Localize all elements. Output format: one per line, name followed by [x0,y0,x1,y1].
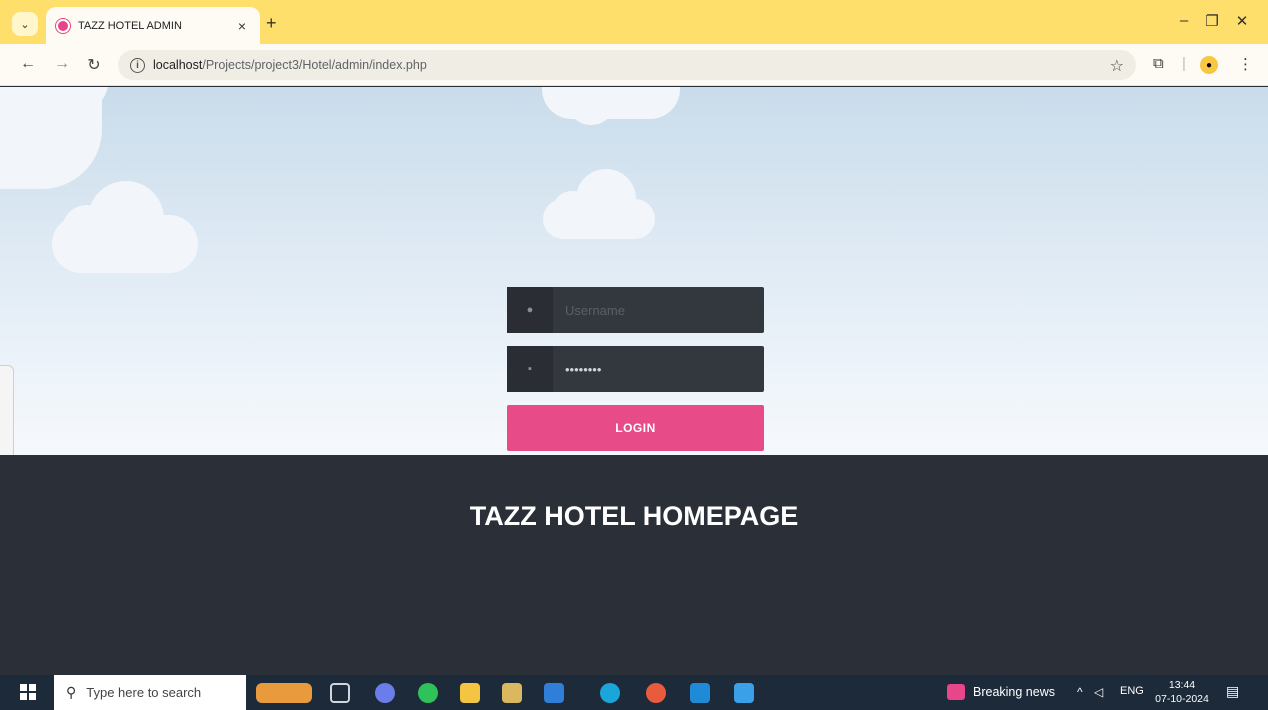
edge-browser-icon[interactable] [600,683,620,703]
url-path: /Projects/project3/Hotel/admin/index.php [202,58,427,72]
password-field-group: ▪ [507,346,764,392]
search-icon: ⚲ [66,684,77,700]
mail-icon[interactable] [544,683,564,703]
tab-close-button[interactable]: × [234,18,250,34]
page-content: ● ▪ LOGIN TAZZ HOTEL HOMEPAGE [0,87,1268,675]
language-indicator[interactable]: ENG [1120,685,1144,697]
cloud-decoration [552,191,592,231]
extensions-icon[interactable]: ⧉ [1153,55,1164,72]
reload-button[interactable]: ↻ [84,55,104,75]
browser-tab-bar: ⌄ TAZZ HOTEL ADMIN × + – ❐ ✕ [0,0,1268,44]
volume-icon[interactable]: ◁ [1094,685,1103,699]
browser-tab[interactable]: TAZZ HOTEL ADMIN × [46,7,260,44]
copilot-icon[interactable] [375,683,395,703]
taskbar: ⚲ Type here to search Breaking news ^ ◁ … [0,675,1268,710]
tab-title: TAZZ HOTEL ADMIN [78,19,182,32]
username-input[interactable] [553,287,764,333]
taskbar-search-box[interactable]: ⚲ Type here to search [54,675,246,710]
microsoft-store-icon[interactable] [502,683,522,703]
start-button[interactable] [20,684,36,700]
username-field-group: ● [507,287,764,333]
search-highlight-icon[interactable] [256,683,312,703]
clock-date: 07-10-2024 [1155,693,1209,705]
clock-time: 13:44 [1168,679,1196,691]
photos-icon[interactable] [734,683,754,703]
chrome-icon[interactable] [646,683,666,703]
cloud-decoration [566,97,616,125]
notification-icon[interactable]: ▤ [1226,683,1244,701]
whatsapp-icon[interactable] [418,683,438,703]
browser-toolbar: ← → ↻ i localhost/Projects/project3/Hote… [0,44,1268,86]
task-view-icon[interactable] [330,683,350,703]
login-button[interactable]: LOGIN [507,405,764,451]
site-info-icon[interactable]: i [130,57,145,73]
footer: TAZZ HOTEL HOMEPAGE [0,455,1268,675]
back-button[interactable]: ← [18,55,38,73]
new-tab-button[interactable]: + [266,13,277,34]
window-close-button[interactable]: ✕ [1232,12,1252,30]
password-input[interactable] [553,346,764,392]
tab-search-menu-button[interactable]: ⌄ [12,12,38,36]
show-hidden-icons-button[interactable]: ^ [1077,685,1083,699]
address-bar[interactable]: i localhost/Projects/project3/Hotel/admi… [118,50,1136,80]
vscode-icon[interactable] [690,683,710,703]
profile-avatar-icon[interactable]: ● [1200,56,1218,74]
url-host: localhost [153,58,203,72]
footer-title: TAZZ HOTEL HOMEPAGE [469,501,799,531]
news-widget[interactable]: Breaking news [947,684,1055,700]
chevron-down-icon: ⌄ [20,18,30,31]
user-icon: ● [507,287,553,333]
taskbar-search-placeholder: Type here to search [86,685,202,700]
file-explorer-icon[interactable] [460,683,480,703]
toolbar-divider: | [1182,55,1186,72]
taskbar-clock[interactable]: 13:44 07-10-2024 [1152,678,1212,706]
news-label: Breaking news [973,685,1055,699]
lock-icon: ▪ [507,346,553,392]
minimize-button[interactable]: – [1174,12,1194,29]
sky-background [0,87,1268,455]
restore-button[interactable]: ❐ [1202,12,1222,30]
browser-menu-icon[interactable]: ⋮ [1238,55,1253,73]
news-icon [947,684,965,700]
cloud-decoration [62,205,112,255]
forward-button[interactable]: → [52,55,72,73]
bookmark-star-icon[interactable]: ☆ [1110,56,1124,76]
tab-favicon-icon [56,18,70,33]
